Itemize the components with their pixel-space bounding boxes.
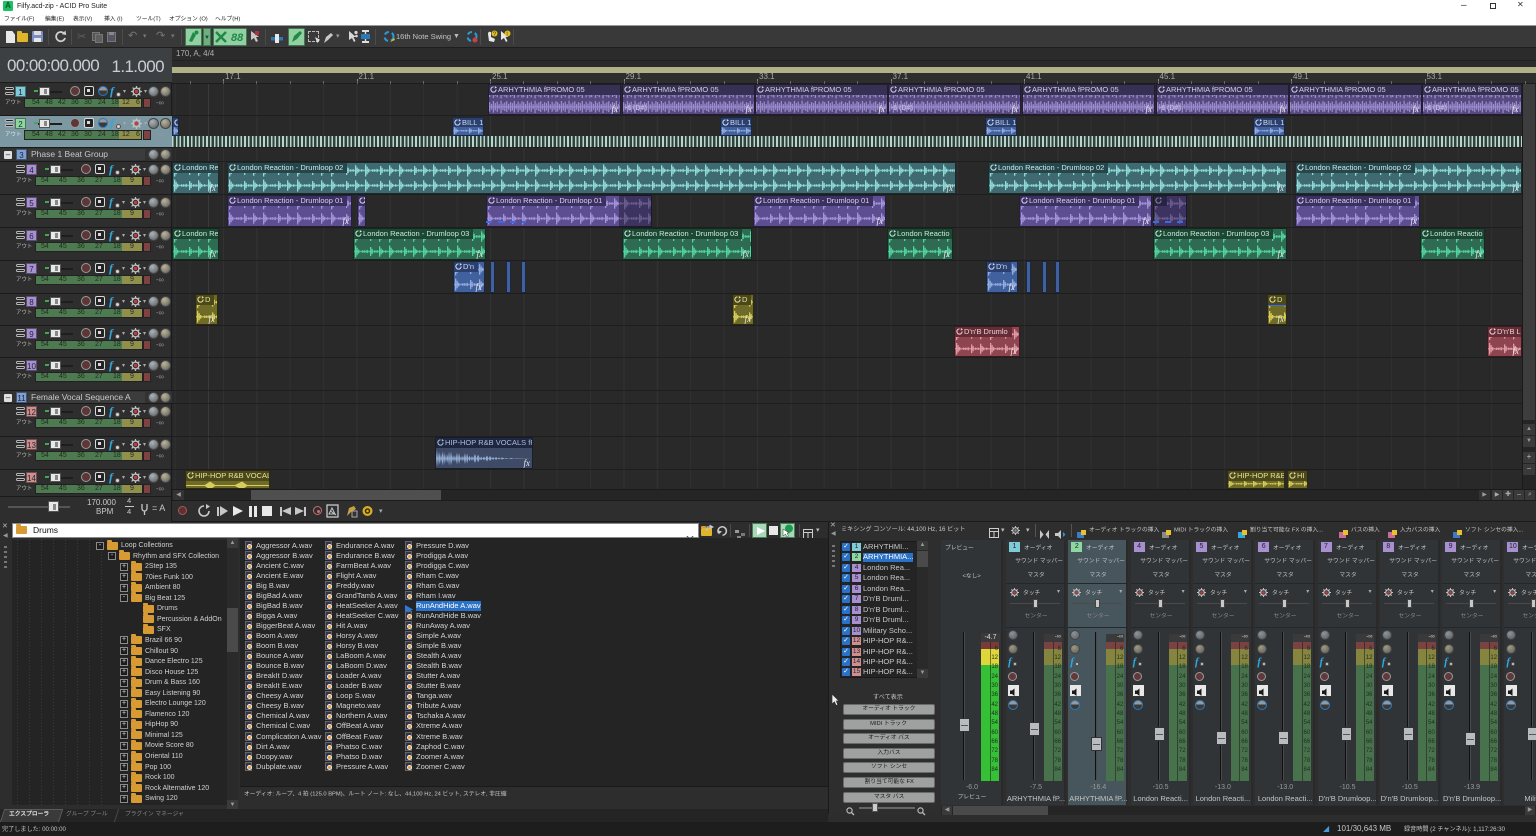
svg-text:88: 88 bbox=[231, 32, 244, 44]
